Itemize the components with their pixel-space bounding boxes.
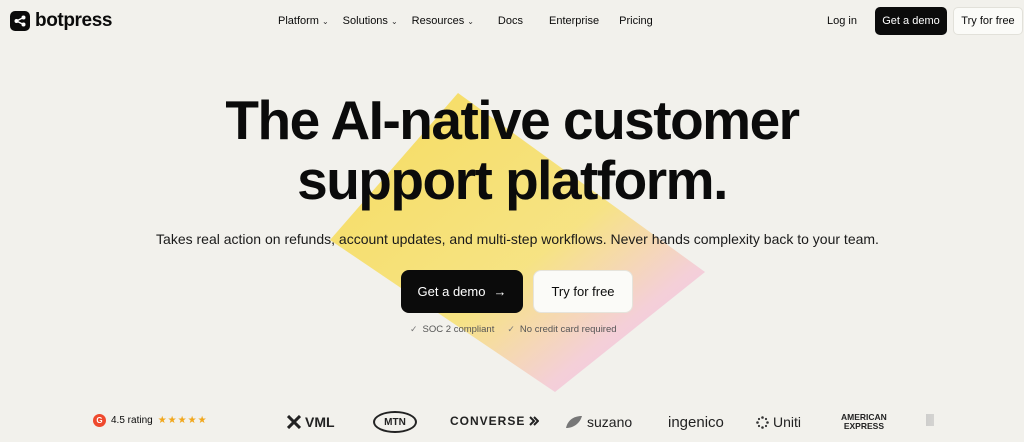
converse-logo: CONVERSE bbox=[450, 414, 540, 428]
check-soc2: ✓ SOC 2 compliant bbox=[410, 324, 495, 335]
hero-checks: ✓ SOC 2 compliant ✓ No credit card requi… bbox=[410, 324, 617, 335]
hero-try-free-button[interactable]: Try for free bbox=[533, 270, 633, 313]
chevron-down-icon: ⌄ bbox=[390, 17, 398, 26]
nav-item-enterprise[interactable]: Enterprise bbox=[549, 15, 599, 27]
hero-gradient-shape bbox=[330, 93, 705, 392]
uniti-logo: Uniti bbox=[756, 414, 801, 430]
mtn-logo: MTN bbox=[373, 411, 417, 433]
nav-item-resources[interactable]: Resources ⌄ bbox=[412, 15, 474, 27]
nav-get-demo-button[interactable]: Get a demo bbox=[875, 7, 947, 35]
top-navigation: botpress Platform ⌄ Solutions ⌄ Resource… bbox=[0, 0, 1024, 42]
vml-mark-icon bbox=[287, 415, 301, 429]
botpress-logo[interactable]: botpress bbox=[10, 10, 112, 32]
uniti-dots-icon bbox=[756, 415, 769, 429]
botpress-logo-icon bbox=[10, 11, 30, 31]
checkmark-icon: ✓ bbox=[410, 324, 418, 334]
hero-headline-line-1: The AI-native customer bbox=[225, 89, 800, 151]
customer-logos: VML MTN CONVERSE suzano ingenico Uniti A bbox=[0, 410, 1024, 438]
login-link[interactable]: Log in bbox=[827, 15, 857, 27]
chevron-down-icon: ⌄ bbox=[467, 17, 474, 26]
suzano-logo: suzano bbox=[565, 414, 632, 430]
main-menu: Platform ⌄ Solutions ⌄ Resources ⌄ Docs … bbox=[278, 15, 653, 27]
hero-headline-line-2: support platform. bbox=[297, 149, 728, 211]
vml-logo: VML bbox=[287, 414, 335, 430]
converse-arrow-icon bbox=[529, 416, 540, 426]
ingenico-logo: ingenico bbox=[668, 414, 724, 431]
check-no-credit-card: ✓ No credit card required bbox=[507, 324, 617, 335]
hero-get-demo-button[interactable]: Get a demo → bbox=[401, 270, 523, 313]
chevron-down-icon: ⌄ bbox=[321, 17, 329, 26]
nav-item-platform[interactable]: Platform ⌄ bbox=[278, 15, 329, 27]
logo-strip-fade bbox=[900, 400, 1024, 442]
hero-subtitle: Takes real action on refunds, account up… bbox=[156, 231, 879, 247]
checkmark-icon: ✓ bbox=[507, 324, 515, 334]
hero-headline: The AI-native customer support platform. bbox=[0, 90, 1024, 210]
arrow-right-icon: → bbox=[493, 284, 507, 299]
suzano-leaf-icon bbox=[566, 416, 582, 428]
nav-item-pricing[interactable]: Pricing bbox=[619, 15, 653, 27]
nav-try-free-button[interactable]: Try for free bbox=[953, 7, 1023, 35]
nav-item-docs[interactable]: Docs bbox=[498, 15, 523, 27]
brand-name: botpress bbox=[35, 10, 113, 31]
nav-item-solutions[interactable]: Solutions ⌄ bbox=[343, 15, 398, 27]
american-express-logo: AMERICAN EXPRESS bbox=[841, 412, 887, 431]
